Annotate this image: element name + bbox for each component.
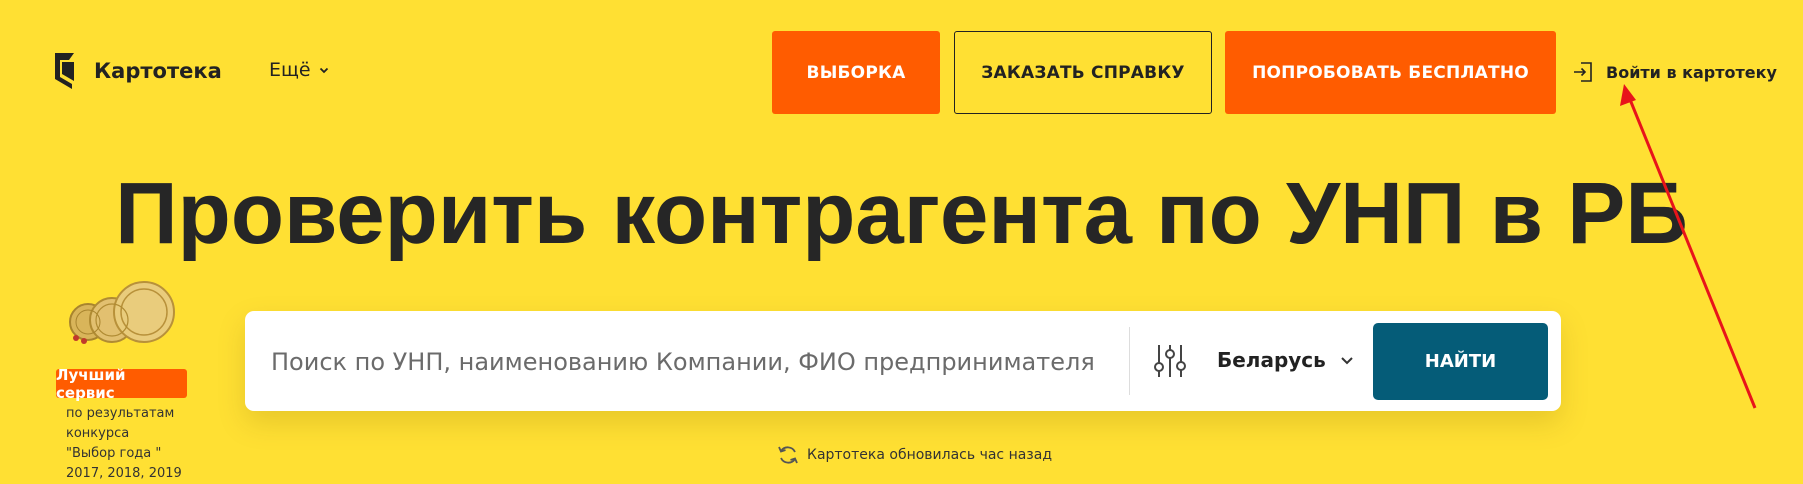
search-bar: Беларусь НАЙТИ bbox=[245, 311, 1561, 411]
award-description-line: 2017, 2018, 2019 bbox=[66, 466, 182, 481]
kartoteka-logo-icon bbox=[55, 53, 74, 89]
logo-text: Картотека bbox=[94, 59, 222, 83]
selection-button[interactable]: ВЫБОРКА bbox=[772, 31, 940, 114]
award-description-line: "Выбор года " bbox=[66, 446, 162, 461]
award-description-line: по результатам bbox=[66, 406, 175, 421]
award-description-line: конкурса bbox=[66, 426, 130, 441]
chevron-down-icon bbox=[1341, 357, 1353, 365]
more-menu[interactable]: Ещё bbox=[269, 59, 329, 81]
award-medals-icon bbox=[69, 281, 175, 344]
country-label: Беларусь bbox=[1217, 348, 1326, 372]
logo[interactable]: Картотека bbox=[52, 51, 222, 91]
filter-sliders-icon[interactable] bbox=[1153, 343, 1187, 379]
search-input[interactable] bbox=[269, 337, 1123, 387]
best-service-badge: Лучший сервис bbox=[56, 366, 187, 402]
find-button[interactable]: НАЙТИ bbox=[1373, 323, 1548, 400]
order-report-button[interactable]: ЗАКАЗАТЬ СПРАВКУ bbox=[954, 31, 1212, 114]
more-label: Ещё bbox=[269, 59, 311, 81]
award-description: по результатам конкурса "Выбор года " 20… bbox=[66, 404, 206, 484]
login-link[interactable]: Войти в картотеку bbox=[1572, 61, 1777, 83]
try-free-button[interactable]: ПОПРОБОВАТЬ БЕСПЛАТНО bbox=[1225, 31, 1556, 114]
search-divider bbox=[1129, 327, 1130, 395]
update-status: Картотека обновилась час назад bbox=[777, 444, 1052, 466]
page-title: Проверить контрагента по УНП в РБ bbox=[115, 165, 1688, 262]
update-status-text: Картотека обновилась час назад bbox=[807, 447, 1053, 463]
login-label: Войти в картотеку bbox=[1606, 62, 1777, 82]
login-icon bbox=[1574, 62, 1592, 82]
chevron-down-icon bbox=[319, 67, 328, 74]
refresh-icon bbox=[778, 446, 798, 464]
country-select[interactable]: Беларусь bbox=[1217, 348, 1354, 372]
